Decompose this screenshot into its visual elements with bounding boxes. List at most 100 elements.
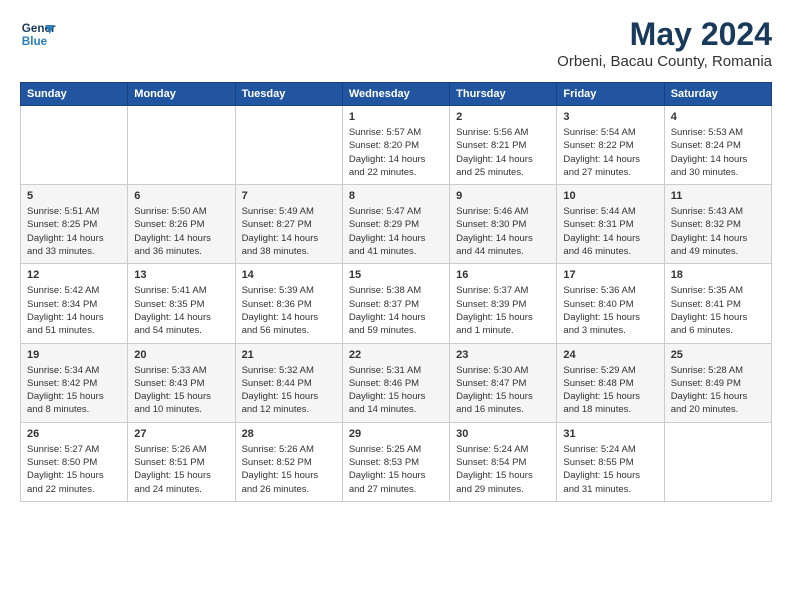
header-row: SundayMondayTuesdayWednesdayThursdayFrid… <box>21 83 772 106</box>
day-info: Sunrise: 5:35 AM Sunset: 8:41 PM Dayligh… <box>671 284 765 337</box>
day-number: 3 <box>563 111 657 123</box>
day-cell: 12 Sunrise: 5:42 AM Sunset: 8:34 PM Dayli… <box>21 264 128 343</box>
day-number: 18 <box>671 269 765 281</box>
col-header-tuesday: Tuesday <box>235 83 342 106</box>
day-cell: 8Sunrise: 5:47 AM Sunset: 8:29 PM Daylig… <box>342 185 449 264</box>
day-info: Sunrise: 5:34 AM Sunset: 8:42 PM Dayligh… <box>27 364 121 417</box>
page-title: May 2024 <box>557 16 772 53</box>
week-row-5: 26 Sunrise: 5:27 AM Sunset: 8:50 PM Dayli… <box>21 422 772 501</box>
day-number: 30 <box>456 428 550 440</box>
day-cell: 13 Sunrise: 5:41 AM Sunset: 8:35 PM Dayli… <box>128 264 235 343</box>
day-number: 23 <box>456 349 550 361</box>
day-cell: 11 Sunrise: 5:43 AM Sunset: 8:32 PM Dayli… <box>664 185 771 264</box>
day-info: Sunrise: 5:29 AM Sunset: 8:48 PM Dayligh… <box>563 364 657 417</box>
day-info: Sunrise: 5:25 AM Sunset: 8:53 PM Dayligh… <box>349 443 443 496</box>
day-info: Sunrise: 5:26 AM Sunset: 8:51 PM Dayligh… <box>134 443 228 496</box>
day-number: 24 <box>563 349 657 361</box>
col-header-wednesday: Wednesday <box>342 83 449 106</box>
day-number: 13 <box>134 269 228 281</box>
day-info: Sunrise: 5:56 AM Sunset: 8:21 PM Dayligh… <box>456 126 550 179</box>
title-block: May 2024 Orbeni, Bacau County, Romania <box>557 16 772 70</box>
day-info: Sunrise: 5:46 AM Sunset: 8:30 PM Dayligh… <box>456 205 550 258</box>
day-number: 7 <box>242 190 336 202</box>
day-info: Sunrise: 5:31 AM Sunset: 8:46 PM Dayligh… <box>349 364 443 417</box>
day-number: 20 <box>134 349 228 361</box>
week-row-1: 1 Sunrise: 5:57 AM Sunset: 8:20 PM Daylig… <box>21 106 772 185</box>
day-info: Sunrise: 5:41 AM Sunset: 8:35 PM Dayligh… <box>134 284 228 337</box>
day-number: 31 <box>563 428 657 440</box>
day-cell <box>128 106 235 185</box>
day-info: Sunrise: 5:28 AM Sunset: 8:49 PM Dayligh… <box>671 364 765 417</box>
day-info: Sunrise: 5:51 AM Sunset: 8:25 PM Dayligh… <box>27 205 121 258</box>
day-info: Sunrise: 5:32 AM Sunset: 8:44 PM Dayligh… <box>242 364 336 417</box>
page-header: General Blue May 2024 Orbeni, Bacau Coun… <box>20 16 772 70</box>
day-cell: 16 Sunrise: 5:37 AM Sunset: 8:39 PM Dayli… <box>450 264 557 343</box>
day-cell: 25 Sunrise: 5:28 AM Sunset: 8:49 PM Dayli… <box>664 343 771 422</box>
day-number: 10 <box>563 190 657 202</box>
day-info: Sunrise: 5:39 AM Sunset: 8:36 PM Dayligh… <box>242 284 336 337</box>
day-number: 29 <box>349 428 443 440</box>
day-cell: 9 Sunrise: 5:46 AM Sunset: 8:30 PM Daylig… <box>450 185 557 264</box>
day-info: Sunrise: 5:50 AM Sunset: 8:26 PM Dayligh… <box>134 205 228 258</box>
day-info: Sunrise: 5:30 AM Sunset: 8:47 PM Dayligh… <box>456 364 550 417</box>
day-cell: 4Sunrise: 5:53 AM Sunset: 8:24 PM Daylig… <box>664 106 771 185</box>
day-cell: 23 Sunrise: 5:30 AM Sunset: 8:47 PM Dayli… <box>450 343 557 422</box>
day-cell: 1 Sunrise: 5:57 AM Sunset: 8:20 PM Daylig… <box>342 106 449 185</box>
day-cell <box>235 106 342 185</box>
day-number: 19 <box>27 349 121 361</box>
col-header-sunday: Sunday <box>21 83 128 106</box>
day-number: 1 <box>349 111 443 123</box>
day-info: Sunrise: 5:36 AM Sunset: 8:40 PM Dayligh… <box>563 284 657 337</box>
week-row-2: 5Sunrise: 5:51 AM Sunset: 8:25 PM Daylig… <box>21 185 772 264</box>
day-info: Sunrise: 5:49 AM Sunset: 8:27 PM Dayligh… <box>242 205 336 258</box>
day-cell: 21Sunrise: 5:32 AM Sunset: 8:44 PM Dayli… <box>235 343 342 422</box>
day-cell: 22 Sunrise: 5:31 AM Sunset: 8:46 PM Dayli… <box>342 343 449 422</box>
day-cell: 7 Sunrise: 5:49 AM Sunset: 8:27 PM Daylig… <box>235 185 342 264</box>
day-number: 26 <box>27 428 121 440</box>
day-cell: 20 Sunrise: 5:33 AM Sunset: 8:43 PM Dayli… <box>128 343 235 422</box>
day-info: Sunrise: 5:26 AM Sunset: 8:52 PM Dayligh… <box>242 443 336 496</box>
day-cell: 26 Sunrise: 5:27 AM Sunset: 8:50 PM Dayli… <box>21 422 128 501</box>
day-cell <box>21 106 128 185</box>
day-number: 9 <box>456 190 550 202</box>
day-info: Sunrise: 5:24 AM Sunset: 8:54 PM Dayligh… <box>456 443 550 496</box>
calendar-table: SundayMondayTuesdayWednesdayThursdayFrid… <box>20 82 772 502</box>
day-cell: 6Sunrise: 5:50 AM Sunset: 8:26 PM Daylig… <box>128 185 235 264</box>
week-row-3: 12 Sunrise: 5:42 AM Sunset: 8:34 PM Dayli… <box>21 264 772 343</box>
day-number: 16 <box>456 269 550 281</box>
col-header-saturday: Saturday <box>664 83 771 106</box>
logo: General Blue <box>20 16 56 52</box>
day-cell: 10Sunrise: 5:44 AM Sunset: 8:31 PM Dayli… <box>557 185 664 264</box>
day-info: Sunrise: 5:24 AM Sunset: 8:55 PM Dayligh… <box>563 443 657 496</box>
day-number: 17 <box>563 269 657 281</box>
day-cell: 18 Sunrise: 5:35 AM Sunset: 8:41 PM Dayli… <box>664 264 771 343</box>
day-number: 22 <box>349 349 443 361</box>
week-row-4: 19 Sunrise: 5:34 AM Sunset: 8:42 PM Dayli… <box>21 343 772 422</box>
day-cell: 28 Sunrise: 5:26 AM Sunset: 8:52 PM Dayli… <box>235 422 342 501</box>
day-number: 14 <box>242 269 336 281</box>
day-number: 2 <box>456 111 550 123</box>
day-info: Sunrise: 5:53 AM Sunset: 8:24 PM Dayligh… <box>671 126 765 179</box>
day-info: Sunrise: 5:54 AM Sunset: 8:22 PM Dayligh… <box>563 126 657 179</box>
day-cell: 31 Sunrise: 5:24 AM Sunset: 8:55 PM Dayli… <box>557 422 664 501</box>
day-number: 12 <box>27 269 121 281</box>
col-header-monday: Monday <box>128 83 235 106</box>
day-cell: 29 Sunrise: 5:25 AM Sunset: 8:53 PM Dayli… <box>342 422 449 501</box>
day-number: 8 <box>349 190 443 202</box>
day-number: 25 <box>671 349 765 361</box>
day-number: 28 <box>242 428 336 440</box>
day-cell: 3 Sunrise: 5:54 AM Sunset: 8:22 PM Daylig… <box>557 106 664 185</box>
day-info: Sunrise: 5:43 AM Sunset: 8:32 PM Dayligh… <box>671 205 765 258</box>
day-cell: 5Sunrise: 5:51 AM Sunset: 8:25 PM Daylig… <box>21 185 128 264</box>
day-number: 27 <box>134 428 228 440</box>
day-number: 11 <box>671 190 765 202</box>
logo-icon: General Blue <box>20 16 56 52</box>
day-info: Sunrise: 5:37 AM Sunset: 8:39 PM Dayligh… <box>456 284 550 337</box>
day-info: Sunrise: 5:27 AM Sunset: 8:50 PM Dayligh… <box>27 443 121 496</box>
day-cell: 30 Sunrise: 5:24 AM Sunset: 8:54 PM Dayli… <box>450 422 557 501</box>
day-info: Sunrise: 5:38 AM Sunset: 8:37 PM Dayligh… <box>349 284 443 337</box>
day-info: Sunrise: 5:33 AM Sunset: 8:43 PM Dayligh… <box>134 364 228 417</box>
day-info: Sunrise: 5:42 AM Sunset: 8:34 PM Dayligh… <box>27 284 121 337</box>
day-info: Sunrise: 5:57 AM Sunset: 8:20 PM Dayligh… <box>349 126 443 179</box>
day-cell: 2 Sunrise: 5:56 AM Sunset: 8:21 PM Daylig… <box>450 106 557 185</box>
